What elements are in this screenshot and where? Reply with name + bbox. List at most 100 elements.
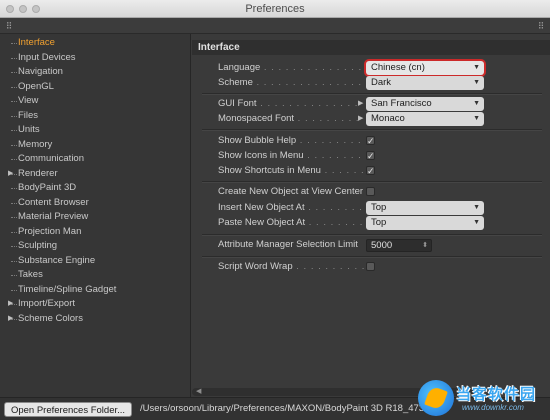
shortcuts-in-menu-label: Show Shortcuts in Menu xyxy=(218,165,321,176)
watermark-text: 当客软件园 xyxy=(456,386,537,403)
grip-handle-icon[interactable]: ⠿ xyxy=(4,21,14,31)
sidebar-item[interactable]: ▶ Scheme Colors xyxy=(0,312,190,327)
sidebar-item[interactable]: Takes xyxy=(0,268,190,283)
sidebar-item[interactable]: Units xyxy=(0,123,190,138)
dropdown-caret-icon: ▼ xyxy=(473,79,480,86)
shortcuts-in-menu-row: Show Shortcuts in Menu . . . . . . xyxy=(218,165,365,176)
watermark: 当客软件园 www.downkr.com xyxy=(418,378,550,420)
sidebar-item-label: View xyxy=(18,95,39,106)
sidebar-item-label: Sculpting xyxy=(18,240,58,251)
attr-limit-row: Attribute Manager Selection Limit xyxy=(218,238,358,252)
sidebar-item-label: Input Devices xyxy=(18,51,76,63)
preferences-path: /Users/orsoon/Library/Preferences/MAXON/… xyxy=(140,403,443,414)
window-titlebar: Preferences xyxy=(0,0,550,18)
sidebar-item[interactable]: OpenGL xyxy=(0,80,190,95)
icons-in-menu-label: Show Icons in Menu xyxy=(218,150,304,161)
bubble-help-row: Show Bubble Help . . . . . . . . . . . xyxy=(218,135,377,146)
expand-triangle-icon[interactable]: ▶ xyxy=(358,99,363,107)
sidebar-item-label: Units xyxy=(18,124,40,135)
divider xyxy=(202,256,542,258)
expand-triangle-icon[interactable]: ▶ xyxy=(8,297,13,312)
divider xyxy=(202,129,542,131)
stepper-arrows-icon[interactable]: ⬍ xyxy=(422,240,428,252)
language-dropdown[interactable]: Chinese (cn) ▼ xyxy=(366,61,484,75)
language-value: Chinese (cn) xyxy=(371,62,425,73)
sidebar-item[interactable]: BodyPaint 3D xyxy=(0,181,190,196)
sidebar-item[interactable]: Material Preview xyxy=(0,210,190,225)
sidebar-item-label: Memory xyxy=(18,138,53,150)
sidebar-item-label: BodyPaint 3D xyxy=(18,182,77,193)
icons-in-menu-checkbox[interactable]: ✓ xyxy=(366,151,375,161)
sidebar-item-label: Projection Man xyxy=(18,225,82,237)
sidebar-item[interactable]: Sculpting xyxy=(0,239,190,254)
sidebar-item-label: Takes xyxy=(18,269,43,280)
scheme-value: Dark xyxy=(371,77,392,88)
insert-at-dropdown[interactable]: Top ▼ xyxy=(366,201,484,215)
sidebar-item-label: Scheme Colors xyxy=(18,312,83,324)
sidebar-item[interactable]: Input Devices xyxy=(0,51,190,66)
language-label: Language xyxy=(218,62,261,73)
paste-at-dropdown[interactable]: Top ▼ xyxy=(366,216,484,230)
checkmark-icon: ✓ xyxy=(367,166,375,176)
expand-triangle-icon[interactable]: ▶ xyxy=(8,167,13,182)
language-row: Language . . . . . . . . . . . . . . . xyxy=(218,62,370,73)
scroll-left-icon[interactable]: ◀ xyxy=(196,387,201,395)
toolbar: ⠿ ⠿ xyxy=(0,18,550,34)
open-preferences-folder-button[interactable]: Open Preferences Folder... xyxy=(4,402,132,417)
dropdown-caret-icon: ▼ xyxy=(473,100,480,107)
sidebar-item[interactable]: Navigation xyxy=(0,65,190,80)
mono-font-row: Monospaced Font . . . . . . . . . xyxy=(218,113,360,124)
attr-limit-value: 5000 xyxy=(371,240,393,251)
interface-settings-panel: Interface Language . . . . . . . . . . .… xyxy=(192,34,550,397)
scheme-row: Scheme . . . . . . . . . . . . . . . . . xyxy=(218,77,377,88)
shortcuts-in-menu-checkbox[interactable]: ✓ xyxy=(366,166,375,176)
expand-triangle-icon[interactable]: ▶ xyxy=(358,114,363,122)
sidebar-item[interactable]: Files xyxy=(0,109,190,124)
divider xyxy=(202,181,542,183)
sidebar-item-label: Communication xyxy=(18,153,84,164)
insert-at-row: Insert New Object At . . . . . . . . . xyxy=(218,202,371,213)
sidebar-item-label: Timeline/Spline Gadget xyxy=(18,283,117,295)
dropdown-caret-icon: ▼ xyxy=(473,219,480,226)
insert-at-value: Top xyxy=(371,202,387,213)
dropdown-caret-icon: ▼ xyxy=(473,115,480,122)
sidebar-item[interactable]: Timeline/Spline Gadget xyxy=(0,283,190,298)
sidebar-item[interactable]: ▶ Import/Export xyxy=(0,297,190,312)
grip-handle-icon[interactable]: ⠿ xyxy=(536,21,546,31)
sidebar-item[interactable]: Memory xyxy=(0,138,190,153)
scheme-label: Scheme xyxy=(218,77,253,88)
paste-at-value: Top xyxy=(371,217,387,228)
attr-limit-label: Attribute Manager Selection Limit xyxy=(218,239,358,250)
section-title: Interface xyxy=(192,40,550,55)
sidebar-item[interactable]: ▶ Renderer xyxy=(0,167,190,182)
sidebar-item[interactable]: View xyxy=(0,94,190,109)
sidebar-item-label: Files xyxy=(18,109,39,121)
sidebar-item[interactable]: Content Browser xyxy=(0,196,190,211)
gui-font-label: GUI Font xyxy=(218,98,257,109)
sidebar-item-label: Substance Engine xyxy=(18,254,96,266)
sidebar-item-label: Content Browser xyxy=(18,196,89,208)
gui-font-dropdown[interactable]: San Francisco ▼ xyxy=(366,97,484,111)
mono-font-label: Monospaced Font xyxy=(218,113,295,124)
sidebar-item[interactable]: Projection Man xyxy=(0,225,190,240)
scheme-dropdown[interactable]: Dark ▼ xyxy=(366,76,484,90)
create-at-center-checkbox[interactable] xyxy=(366,187,375,196)
sidebar-item-label: Import/Export xyxy=(18,298,76,309)
gui-font-value: San Francisco xyxy=(371,98,432,109)
sidebar-item[interactable]: Communication xyxy=(0,152,190,167)
dropdown-caret-icon: ▼ xyxy=(473,204,480,211)
mono-font-dropdown[interactable]: Monaco ▼ xyxy=(366,112,484,126)
expand-triangle-icon[interactable]: ▶ xyxy=(8,312,13,327)
sidebar-item-label: Navigation xyxy=(18,66,63,77)
sidebar-item-label: Interface xyxy=(18,37,55,48)
attr-limit-input[interactable]: 5000 ⬍ xyxy=(366,239,432,252)
word-wrap-row: Script Word Wrap . . . . . . . . . . xyxy=(218,261,366,272)
bubble-help-checkbox[interactable]: ✓ xyxy=(366,136,375,146)
icons-in-menu-row: Show Icons in Menu . . . . . . . . xyxy=(218,150,362,161)
sidebar-item[interactable]: Substance Engine xyxy=(0,254,190,269)
create-at-center-label: Create New Object at View Center xyxy=(218,186,364,197)
word-wrap-checkbox[interactable] xyxy=(366,262,375,271)
dropdown-caret-icon: ▼ xyxy=(473,64,480,71)
bubble-help-label: Show Bubble Help xyxy=(218,135,297,146)
sidebar-item[interactable]: Interface xyxy=(0,36,190,51)
